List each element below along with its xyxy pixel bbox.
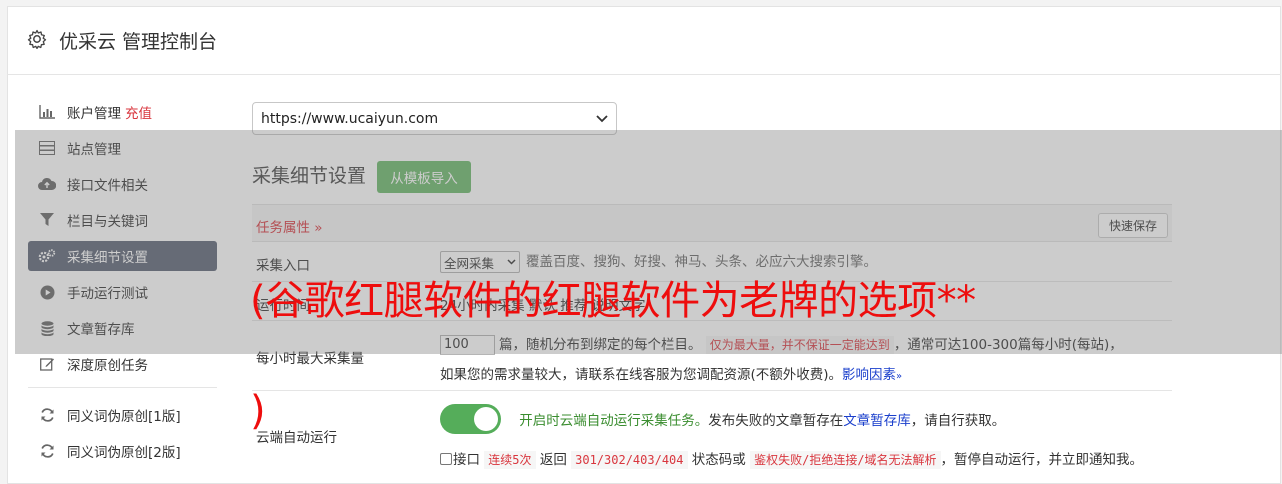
server-icon (38, 140, 56, 156)
code-tag: 连续5次 (484, 451, 536, 469)
database-icon (38, 320, 56, 336)
row-content: 开启时云端自动运行采集任务。发布失败的文章暂存在文章暂存库，请自行获取。 接口 … (440, 404, 1170, 469)
code-tag: 301/302/403/404 (571, 451, 688, 469)
storage-link[interactable]: 文章暂存库 (843, 413, 911, 429)
cloud-auto-toggle[interactable] (440, 404, 501, 434)
max-note: 仅为最大量，并不保证一定能达到 (705, 336, 894, 354)
green-text: 开启时云端自动运行采集任务。 (519, 413, 709, 429)
sidebar-item-label: 文章暂存库 (67, 322, 135, 338)
sidebar-item-label: 接口文件相关 (67, 178, 148, 194)
site-select-value: https://www.ucaiyun.com (261, 110, 439, 127)
sidebar-item-label: 账户管理 (67, 106, 121, 122)
refresh-icon (38, 407, 56, 423)
watermark-text: ) (250, 388, 266, 434)
sidebar-item-synonym-v2[interactable]: 同义词伪原创[2版] (28, 436, 217, 466)
play-circle-icon (38, 284, 56, 300)
task-properties-bar: 任务属性 » 快速保存 (252, 204, 1172, 242)
task-properties-toggle[interactable]: 任务属性 » (256, 216, 323, 236)
sidebar-item-label: 手动运行测试 (67, 286, 148, 302)
max-per-hour-input[interactable]: 100 (440, 335, 495, 355)
quick-save-button[interactable]: 快速保存 (1098, 213, 1168, 238)
sidebar-item-account[interactable]: 账户管理 充值 (28, 97, 217, 127)
section-title: 采集细节设置 (252, 165, 367, 187)
edit-icon (38, 356, 56, 372)
sidebar-item-label: 同义词伪原创[1版] (67, 409, 181, 425)
text: 接口 (453, 452, 480, 468)
text: 如果您的需求量较大，请联系在线客服为您调配资源(不额外收费)。 (440, 367, 843, 383)
toggle-knob (474, 407, 498, 431)
notify-line: 接口 连续5次 返回 301/302/403/404 状态码或 鉴权失败/拒绝连… (440, 448, 1170, 469)
sidebar-item-article-storage[interactable]: 文章暂存库 (28, 313, 217, 343)
cogs-icon (38, 248, 56, 264)
watermark-text: (谷歌红腿软件的红腿软件为老牌的选项** (250, 278, 976, 324)
sidebar-item-label: 采集细节设置 (67, 250, 148, 266)
import-template-button[interactable]: 从模板导入 (377, 161, 471, 193)
row-cloud-auto: 云端自动运行 开启时云端自动运行采集任务。发布失败的文章暂存在文章暂存库，请自行… (252, 391, 1172, 484)
page-title: 优采云 管理控制台 (59, 30, 218, 53)
row-label: 云端自动运行 (256, 430, 337, 446)
row-label: 每小时最大采集量 (256, 351, 364, 367)
sidebar-item-interface-files[interactable]: 接口文件相关 (28, 169, 217, 199)
sidebar-item-deep-original[interactable]: 深度原创任务 (28, 349, 217, 379)
sidebar-item-collection-settings[interactable]: 采集细节设置 (28, 241, 217, 271)
filter-icon (38, 212, 56, 228)
factors-link[interactable]: 影响因素 (842, 367, 896, 383)
cloud-upload-icon (38, 176, 56, 192)
chevron-down-icon (507, 259, 516, 265)
text: ，暂停自动运行，并立即通知我。 (940, 452, 1144, 468)
chevron-down-icon (596, 111, 608, 127)
recharge-link[interactable]: 充值 (125, 102, 152, 122)
text: 篇，随机分布到绑定的每个栏目。 (499, 337, 702, 353)
text: 状态码或 (691, 452, 746, 468)
sidebar: 账户管理 充值 站点管理 接口文件相关 栏目与关键词 采集细节设置 手动运行测试… (28, 97, 217, 472)
text: ，通常可达100-300篇每小时(每站)， (893, 337, 1123, 353)
row-max-per-hour: 每小时最大采集量 100 篇，随机分布到绑定的每个栏目。 仅为最大量，并不保证一定… (252, 321, 1172, 391)
sidebar-divider (28, 387, 217, 388)
row-content: 100 篇，随机分布到绑定的每个栏目。 仅为最大量，并不保证一定能达到 ，通常可达1… (440, 330, 1170, 392)
bar-chart-icon (38, 104, 56, 120)
sidebar-item-label: 站点管理 (67, 142, 121, 158)
chevron-down-icon: » (896, 371, 903, 382)
sidebar-item-columns-keywords[interactable]: 栏目与关键词 (28, 205, 217, 235)
text: 返回 (539, 452, 567, 468)
sidebar-item-label: 深度原创任务 (67, 358, 148, 374)
site-select[interactable]: https://www.ucaiyun.com (252, 102, 617, 135)
sidebar-item-synonym-v1[interactable]: 同义词伪原创[1版] (28, 400, 217, 430)
sidebar-item-label: 同义词伪原创[2版] (67, 445, 181, 461)
cloud-auto-desc: 开启时云端自动运行采集任务。发布失败的文章暂存在文章暂存库，请自行获取。 (519, 413, 1005, 429)
notify-checkbox[interactable] (440, 453, 452, 465)
top-bar: 优采云 管理控制台 (7, 6, 1281, 75)
text: 发布失败的文章暂存在 (708, 413, 844, 429)
sidebar-item-sites[interactable]: 站点管理 (28, 133, 217, 163)
refresh-icon (38, 443, 56, 459)
gear-icon (27, 29, 49, 51)
sidebar-item-manual-run[interactable]: 手动运行测试 (28, 277, 217, 307)
sidebar-item-label: 栏目与关键词 (67, 214, 148, 230)
code-tag: 鉴权失败/拒绝连接/域名无法解析 (750, 451, 941, 469)
text: ，请自行获取。 (910, 413, 1006, 429)
